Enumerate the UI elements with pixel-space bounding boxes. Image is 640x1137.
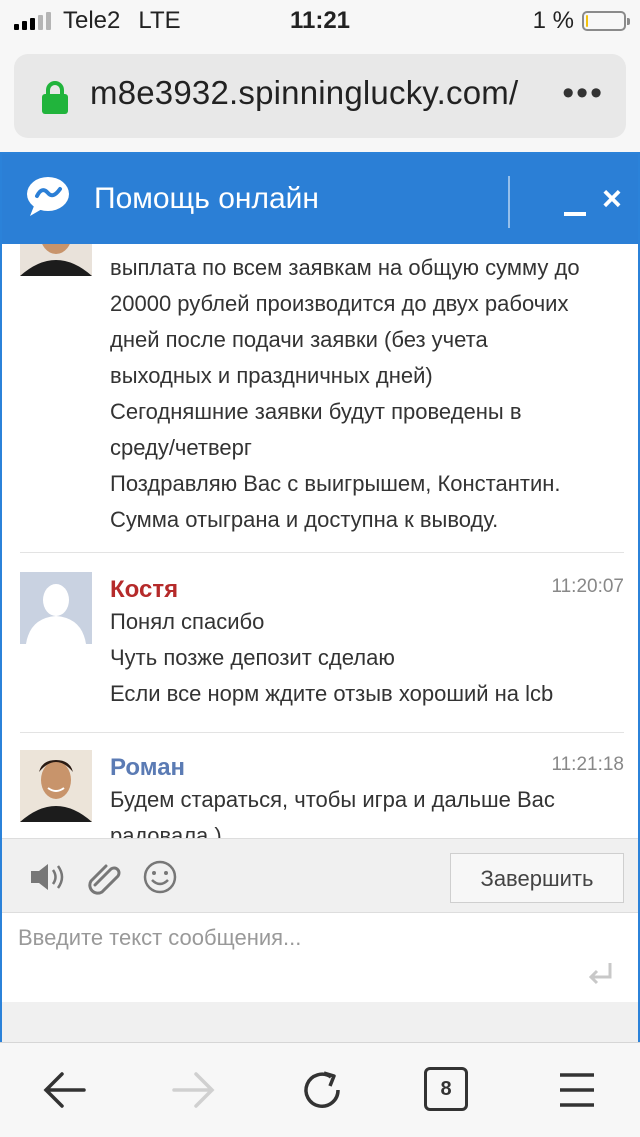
message-line: Сегодняшние заявки будут проведены в: [110, 399, 522, 424]
message-text: Понял спасибо Чуть позже депозит сделаю Ес…: [110, 604, 553, 712]
message-line: Поздравляю Вас с выигрышем, Константин.: [110, 471, 561, 496]
operator-avatar: [20, 244, 92, 276]
message-separator: [20, 732, 624, 733]
header-divider: [508, 176, 510, 228]
forward-arrow-icon[interactable]: [168, 1067, 218, 1113]
message-text: Будем стараться, чтобы игра и дальше Вас…: [110, 782, 555, 838]
message-line: радовала ): [110, 823, 222, 838]
back-arrow-icon[interactable]: [40, 1067, 90, 1113]
battery-icon: [582, 11, 630, 31]
message-line: дней после подачи заявки (без учета: [110, 327, 488, 352]
message-line: Будем стараться, чтобы игра и дальше Вас: [110, 787, 555, 812]
message-text: выплата по всем заявкам на общую сумму д…: [110, 250, 580, 538]
message-line: среду/четверг: [110, 435, 252, 460]
message-line: 20000 рублей производится до двух рабочи…: [110, 291, 569, 316]
message-author: Костя: [110, 576, 179, 603]
chat-widget: Помощь онлайн × выплата по всем заявкам …: [0, 152, 640, 1042]
tabs-button[interactable]: 8: [424, 1067, 468, 1111]
chat-logo-icon: [27, 177, 69, 216]
chat-toolbar: Завершить: [2, 838, 638, 913]
browser-toolbar: 8: [0, 1042, 640, 1137]
chat-footer: [2, 1002, 638, 1042]
finish-chat-button[interactable]: Завершить: [450, 853, 624, 903]
message-author: Роман: [110, 754, 186, 781]
minimize-button[interactable]: [562, 182, 588, 222]
message-line: Сумма отыграна и доступна к выводу.: [110, 507, 499, 532]
chat-header: Помощь онлайн ×: [2, 154, 638, 244]
message-time: 11:20:07: [551, 576, 624, 597]
send-icon[interactable]: [586, 961, 616, 989]
more-options-button[interactable]: •••: [562, 74, 604, 113]
address-bar[interactable]: m8e3932.spinninglucky.com/ •••: [14, 54, 626, 138]
operator-avatar: [20, 750, 92, 822]
message-line: Если все норм ждите отзыв хороший на lcb: [110, 681, 554, 706]
message-line: Чуть позже депозит сделаю: [110, 645, 395, 670]
sound-icon[interactable]: [28, 859, 68, 895]
message-line: Понял спасибо: [110, 609, 265, 634]
message-input[interactable]: Введите текст сообщения...: [18, 925, 301, 951]
status-bar: Tele2 LTE 11:21 1 %: [0, 0, 640, 40]
reload-icon[interactable]: [298, 1067, 348, 1113]
battery-percent: 1 %: [532, 7, 574, 34]
url-text[interactable]: m8e3932.spinninglucky.com/: [90, 74, 518, 112]
message-line: выходных и праздничных дней): [110, 363, 433, 388]
user-avatar: [20, 572, 92, 644]
chat-title: Помощь онлайн: [94, 182, 319, 215]
message-time: 11:21:18: [551, 754, 624, 775]
menu-icon[interactable]: [552, 1067, 602, 1113]
message-input-area[interactable]: Введите текст сообщения...: [2, 912, 638, 1004]
attach-icon[interactable]: [86, 859, 126, 895]
smile-icon[interactable]: [140, 859, 180, 895]
message-list[interactable]: выплата по всем заявкам на общую сумму д…: [2, 244, 638, 838]
lock-icon: [42, 81, 68, 114]
message-line: выплата по всем заявкам на общую сумму д…: [110, 255, 580, 280]
message-separator: [20, 552, 624, 553]
close-button[interactable]: ×: [602, 182, 622, 216]
